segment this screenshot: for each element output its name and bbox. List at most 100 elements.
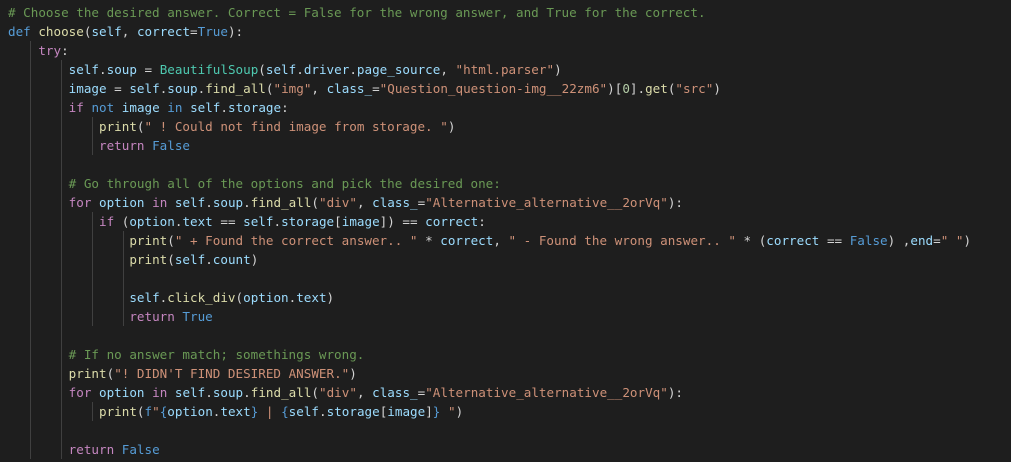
code-line[interactable]: self.soup = BeautifulSoup(self.driver.pa… <box>8 60 1011 79</box>
indent-guide <box>92 269 93 288</box>
code-token: self <box>129 81 160 96</box>
code-editor[interactable]: # Choose the desired answer. Correct = F… <box>0 0 1011 462</box>
code-token: correct <box>136 24 191 39</box>
indent-guide <box>92 250 93 269</box>
code-token: end <box>910 233 934 248</box>
code-token: "src" <box>675 81 714 96</box>
code-line[interactable]: return False <box>8 440 1011 459</box>
code-lines[interactable]: # Choose the desired answer. Correct = F… <box>8 3 1011 459</box>
code-token: ( <box>311 385 320 400</box>
code-token: . <box>296 62 304 77</box>
indent-guide <box>92 117 93 136</box>
indent-guide <box>30 250 31 269</box>
indent-guide <box>61 440 62 459</box>
code-token: "Alternative_alternative__2orVq" <box>425 385 668 400</box>
indent-guide <box>92 288 93 307</box>
code-token: "Alternative_alternative__2orVq" <box>425 195 668 210</box>
code-token: self <box>68 62 100 77</box>
code-token: " <box>152 404 160 419</box>
code-line[interactable]: # Go through all of the options and pick… <box>8 174 1011 193</box>
code-line[interactable]: # If no answer match; somethings wrong. <box>8 345 1011 364</box>
code-token: . <box>205 385 213 400</box>
code-token: print <box>68 366 107 381</box>
code-line[interactable]: def choose(self, correct=True): <box>8 22 1011 41</box>
code-token: option <box>99 195 145 210</box>
code-line[interactable]: image = self.soup.find_all("img", class_… <box>8 79 1011 98</box>
code-token: ) <box>250 252 259 267</box>
code-line[interactable]: if (option.text == self.storage[image]) … <box>8 212 1011 231</box>
code-token: 0 <box>622 81 630 96</box>
indent-guide <box>30 174 31 193</box>
code-line[interactable]: return True <box>8 307 1011 326</box>
code-token: = <box>136 62 160 77</box>
code-token: ) <box>455 404 464 419</box>
indent-guide <box>30 41 31 60</box>
code-token: correct <box>440 233 494 248</box>
code-token: ( <box>258 62 266 77</box>
code-token: True <box>197 24 228 39</box>
code-token: " - Found the wrong answer.. " <box>508 233 736 248</box>
indent-guide <box>61 326 62 345</box>
code-line[interactable] <box>8 269 1011 288</box>
code-token: ) , <box>887 233 911 248</box>
code-token: ): <box>227 24 244 39</box>
indent-guide <box>61 307 62 326</box>
code-line[interactable]: return False <box>8 136 1011 155</box>
indent-guide <box>61 136 62 155</box>
code-token: False <box>849 233 888 248</box>
code-token: ]) == <box>379 214 426 229</box>
code-token: , <box>311 81 327 96</box>
code-token: )[ <box>607 81 623 96</box>
code-line[interactable]: print(f"{option.text} | {self.storage[im… <box>8 402 1011 421</box>
indent-guide <box>61 383 62 402</box>
code-line[interactable]: print("! DIDN'T FIND DESIRED ANSWER.") <box>8 364 1011 383</box>
code-token: option <box>243 290 289 305</box>
code-line[interactable]: print(self.count) <box>8 250 1011 269</box>
code-token: == <box>819 233 850 248</box>
code-line[interactable]: for option in self.soup.find_all("div", … <box>8 383 1011 402</box>
code-token: return <box>99 138 145 153</box>
code-token: "html.parser" <box>455 62 555 77</box>
code-line[interactable]: self.click_div(option.text) <box>8 288 1011 307</box>
code-token: ( <box>167 233 175 248</box>
indent-guide <box>123 307 124 326</box>
indent-guide <box>61 231 62 250</box>
code-line[interactable]: try: <box>8 41 1011 60</box>
code-line[interactable]: # Choose the desired answer. Correct = F… <box>8 3 1011 22</box>
code-token: , <box>356 195 373 210</box>
code-token: "img" <box>273 81 312 96</box>
code-token: option <box>167 404 213 419</box>
code-token: if <box>99 214 115 229</box>
code-token: correct <box>766 233 820 248</box>
code-line[interactable]: print(" ! Could not find image from stor… <box>8 117 1011 136</box>
code-token: " " <box>940 233 964 248</box>
code-token: storage <box>228 100 282 115</box>
code-line[interactable] <box>8 155 1011 174</box>
code-token: self <box>129 290 160 305</box>
code-token: ): <box>667 385 684 400</box>
code-token: ]. <box>629 81 646 96</box>
indent-guide <box>61 269 62 288</box>
code-line[interactable]: if not image in self.storage: <box>8 98 1011 117</box>
code-line[interactable] <box>8 421 1011 440</box>
indent-guide <box>30 79 31 98</box>
code-token: . <box>349 62 357 77</box>
code-token: self <box>288 404 320 419</box>
code-line[interactable]: for option in self.soup.find_all("div", … <box>8 193 1011 212</box>
code-token: == <box>212 214 244 229</box>
indent-guide <box>61 79 62 98</box>
code-line[interactable] <box>8 326 1011 345</box>
code-line[interactable]: print(" + Found the correct answer.. " *… <box>8 231 1011 250</box>
